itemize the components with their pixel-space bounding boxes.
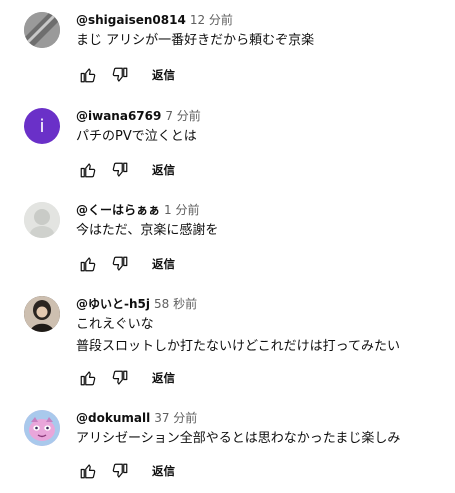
thumb-down-icon[interactable] xyxy=(108,366,132,390)
reply-button[interactable]: 返信 xyxy=(152,67,175,83)
comment-author[interactable]: @くーはらぁぁ xyxy=(76,203,160,217)
comment-time[interactable]: 12 分前 xyxy=(190,13,233,27)
avatar[interactable] xyxy=(24,202,60,238)
avatar[interactable] xyxy=(24,12,60,48)
comment-text: パチのPVで泣くとは xyxy=(76,129,197,144)
comment-text: これえぐいな xyxy=(76,317,154,332)
thumb-down-icon[interactable] xyxy=(108,459,132,483)
avatar-letter: i xyxy=(39,115,45,137)
avatar[interactable] xyxy=(24,410,60,446)
comment-text: 普段スロットしか打たないけどこれだけは打ってみたい xyxy=(76,339,400,354)
thumb-down-icon[interactable] xyxy=(108,63,132,87)
comment-actions: 返信 xyxy=(76,252,175,276)
comment-author[interactable]: @ゆいと-h5j xyxy=(76,297,150,311)
comment-time[interactable]: 1 分前 xyxy=(164,203,199,217)
comment-author[interactable]: @shigaisen0814 xyxy=(76,13,186,27)
reply-button[interactable]: 返信 xyxy=(152,463,175,479)
thumb-up-icon[interactable] xyxy=(76,252,100,276)
comment-time[interactable]: 37 分前 xyxy=(154,411,197,425)
thumb-down-icon[interactable] xyxy=(108,158,132,182)
reply-button[interactable]: 返信 xyxy=(152,162,175,178)
thumb-up-icon[interactable] xyxy=(76,366,100,390)
comment-author[interactable]: @dokumall xyxy=(76,411,150,425)
reply-button[interactable]: 返信 xyxy=(152,370,175,386)
comment-actions: 返信 xyxy=(76,459,175,483)
comment-text: アリシゼーション全部やるとは思わなかったまじ楽しみ xyxy=(76,431,401,446)
comment-time[interactable]: 58 秒前 xyxy=(154,297,197,311)
avatar[interactable]: i xyxy=(24,108,60,144)
comment-actions: 返信 xyxy=(76,63,175,87)
comment-actions: 返信 xyxy=(76,158,175,182)
comment-text: まじ アリシが一番好きだから頼むぞ京楽 xyxy=(76,33,315,48)
thumb-up-icon[interactable] xyxy=(76,63,100,87)
reply-button[interactable]: 返信 xyxy=(152,256,175,272)
thumb-down-icon[interactable] xyxy=(108,252,132,276)
comment-actions: 返信 xyxy=(76,366,175,390)
thumb-up-icon[interactable] xyxy=(76,459,100,483)
comment-time[interactable]: 7 分前 xyxy=(165,109,200,123)
comment-text: 今はただ、京楽に感謝を xyxy=(76,223,219,238)
thumb-up-icon[interactable] xyxy=(76,158,100,182)
avatar[interactable] xyxy=(24,296,60,332)
comment-author[interactable]: @iwana6769 xyxy=(76,109,161,123)
